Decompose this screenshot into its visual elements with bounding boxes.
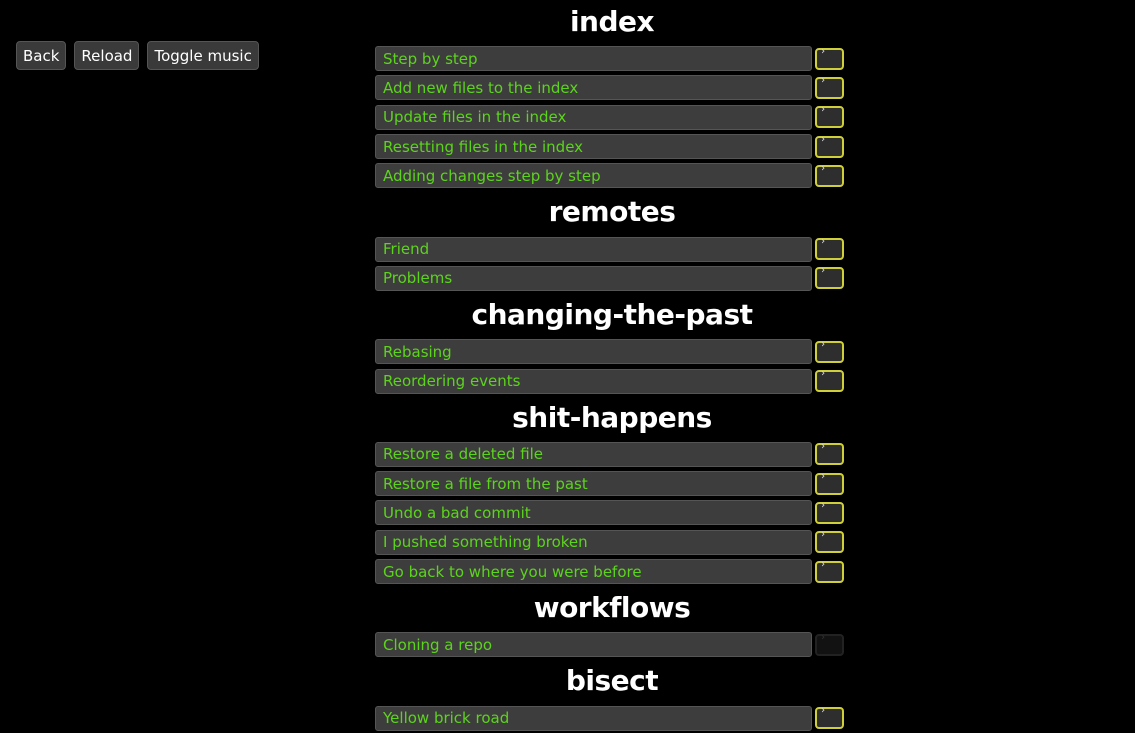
level-button[interactable]: Reordering events — [375, 368, 812, 394]
level-row: Restore a file from the past › — [375, 469, 849, 498]
level-button[interactable]: I pushed something broken — [375, 529, 812, 555]
terminal-icon[interactable]: › — [815, 470, 844, 495]
level-row: Resetting files in the index › — [375, 132, 849, 161]
prompt-glyph-icon: › — [820, 499, 827, 511]
prompt-glyph-icon: › — [820, 162, 827, 174]
prompt-glyph-icon: › — [820, 368, 827, 380]
chapter-title: changing-the-past — [471, 298, 753, 332]
terminal-icon[interactable]: › — [815, 368, 844, 393]
prompt-glyph-icon: › — [820, 705, 827, 717]
chapter-section-shit-happens: shit-happens Restore a deleted file › Resto… — [375, 396, 849, 586]
chapter-section-remotes: remotes Friend › Problems › — [375, 190, 849, 293]
terminal-icon[interactable]: › — [815, 74, 844, 99]
level-button[interactable]: Friend — [375, 236, 812, 262]
level-row: Update files in the index › — [375, 103, 849, 132]
toggle-music-button[interactable]: Toggle music — [147, 41, 259, 70]
level-row: Undo a bad commit › — [375, 498, 849, 527]
level-row: Cloning a repo › — [375, 630, 849, 659]
chapter-title: remotes — [548, 195, 676, 229]
terminal-icon[interactable]: › — [815, 499, 844, 524]
level-button[interactable]: Restore a file from the past — [375, 471, 812, 497]
level-row: Rebasing › — [375, 337, 849, 366]
level-list: index Step by step › Add new files to the i… — [375, 0, 849, 733]
terminal-icon[interactable]: › — [815, 338, 844, 363]
chapter-section-changing-the-past: changing-the-past Rebasing › Reordering eve… — [375, 293, 849, 396]
level-row: Reordering events › — [375, 366, 849, 395]
prompt-glyph-icon: › — [820, 74, 827, 86]
level-button[interactable]: Add new files to the index — [375, 75, 812, 101]
level-row: Adding changes step by step › — [375, 161, 849, 190]
level-button[interactable]: Undo a bad commit — [375, 500, 812, 526]
chapter-section-workflows: workflows Cloning a repo › — [375, 586, 849, 659]
level-button[interactable]: Step by step — [375, 46, 812, 72]
chapter-section-index: index Step by step › Add new files to the i… — [375, 0, 849, 190]
prompt-glyph-icon: › — [820, 470, 827, 482]
terminal-icon[interactable]: › — [815, 529, 844, 554]
terminal-icon[interactable]: › — [815, 705, 844, 730]
level-button[interactable]: Restore a deleted file — [375, 441, 812, 467]
terminal-icon[interactable]: › — [815, 236, 844, 261]
level-row: Go back to where you were before › — [375, 557, 849, 586]
prompt-glyph-icon: › — [820, 631, 827, 643]
level-row: Step by step › — [375, 44, 849, 73]
prompt-glyph-icon: › — [820, 558, 827, 570]
terminal-icon[interactable]: › — [815, 45, 844, 70]
prompt-glyph-icon: › — [820, 236, 827, 248]
level-row: I pushed something broken › — [375, 528, 849, 557]
level-button[interactable]: Cloning a repo — [375, 632, 812, 658]
level-button[interactable]: Yellow brick road — [375, 705, 812, 731]
terminal-icon[interactable]: › — [815, 265, 844, 290]
chapter-title: workflows — [533, 591, 691, 625]
chapter-title: bisect — [565, 664, 659, 698]
terminal-icon[interactable]: › — [815, 133, 844, 158]
level-button[interactable]: Adding changes step by step — [375, 163, 812, 189]
level-button[interactable]: Resetting files in the index — [375, 134, 812, 160]
level-button[interactable]: Update files in the index — [375, 104, 812, 130]
reload-button[interactable]: Reload — [74, 41, 140, 70]
terminal-icon[interactable]: › — [815, 441, 844, 466]
chapter-title: index — [569, 5, 655, 38]
level-row: Yellow brick road › — [375, 703, 849, 732]
chapter-section-bisect: bisect Yellow brick road › — [375, 659, 849, 732]
prompt-glyph-icon: › — [820, 529, 827, 541]
chapter-title: shit-happens — [512, 400, 712, 434]
level-button[interactable]: Rebasing — [375, 339, 812, 365]
level-button[interactable]: Go back to where you were before — [375, 559, 812, 584]
terminal-icon[interactable]: › — [815, 104, 844, 129]
level-button[interactable]: Problems — [375, 265, 812, 291]
terminal-icon: › — [815, 631, 844, 656]
level-row: Problems › — [375, 264, 849, 293]
prompt-glyph-icon: › — [820, 338, 827, 350]
prompt-glyph-icon: › — [820, 45, 827, 57]
prompt-glyph-icon: › — [820, 265, 827, 277]
prompt-glyph-icon: › — [820, 104, 827, 116]
terminal-icon[interactable]: › — [815, 558, 844, 583]
level-row: Add new files to the index › — [375, 73, 849, 102]
back-button[interactable]: Back — [16, 41, 67, 70]
level-row: Restore a deleted file › — [375, 440, 849, 469]
level-row: Friend › — [375, 234, 849, 263]
terminal-icon[interactable]: › — [815, 162, 844, 187]
prompt-glyph-icon: › — [820, 441, 827, 453]
top-toolbar: Back Reload Toggle music — [16, 41, 259, 70]
prompt-glyph-icon: › — [820, 133, 827, 145]
